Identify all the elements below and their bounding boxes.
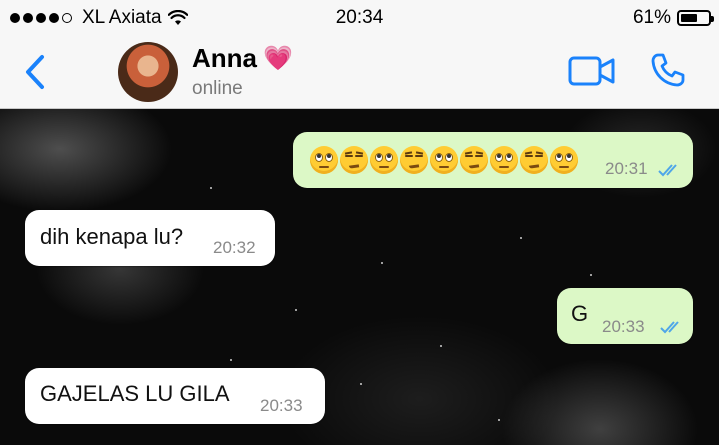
phone-call-icon[interactable] [650, 52, 686, 88]
battery-icon [677, 10, 714, 26]
message-text: GAJELAS LU GILA [40, 381, 230, 406]
message-time: 20:33 [260, 396, 303, 415]
read-receipt-icon [658, 164, 677, 177]
message-time: 20:33 [602, 317, 645, 336]
eye-roll-emoji-icon [370, 146, 398, 174]
battery-status: 61% [632, 7, 714, 29]
eye-roll-emoji-icon [430, 146, 458, 174]
chat-background[interactable]: 20:31 dih kenapa lu? 20:32 G 20:33 GAJEL… [0, 109, 719, 445]
unamused-emoji-icon [400, 146, 428, 174]
message-bubble-outgoing[interactable]: 20:31 [293, 132, 693, 188]
heart-emoji: 💗 [263, 45, 293, 72]
battery-percent: 61% [632, 7, 671, 28]
unamused-emoji-icon [460, 146, 488, 174]
message-bubble-incoming[interactable]: dih kenapa lu? 20:32 [25, 210, 275, 266]
message-bubble-outgoing[interactable]: G 20:33 [557, 288, 693, 344]
contact-name[interactable]: Anna 💗 [192, 43, 293, 74]
contact-name-text: Anna [192, 43, 257, 73]
message-time: 20:31 [605, 159, 648, 178]
status-bar: XL Axiata 20:34 61% [0, 0, 719, 34]
eye-roll-emoji-icon [490, 146, 518, 174]
eye-roll-emoji-icon [310, 146, 338, 174]
unamused-emoji-icon [520, 146, 548, 174]
message-text: G [571, 301, 589, 326]
video-call-icon[interactable] [568, 54, 616, 88]
clock-time: 20:34 [335, 7, 384, 28]
eye-roll-emoji-icon [550, 146, 578, 174]
message-time: 20:32 [213, 238, 256, 257]
contact-avatar[interactable] [118, 42, 178, 102]
unamused-emoji-icon [340, 146, 368, 174]
read-receipt-icon [660, 321, 679, 334]
contact-status: online [192, 78, 243, 99]
message-bubble-incoming[interactable]: GAJELAS LU GILA 20:33 [25, 368, 325, 424]
message-text: dih kenapa lu? [40, 224, 184, 249]
emoji-row [310, 146, 578, 174]
back-chevron-icon[interactable] [22, 54, 50, 90]
chat-header: Anna 💗 online [0, 34, 719, 109]
